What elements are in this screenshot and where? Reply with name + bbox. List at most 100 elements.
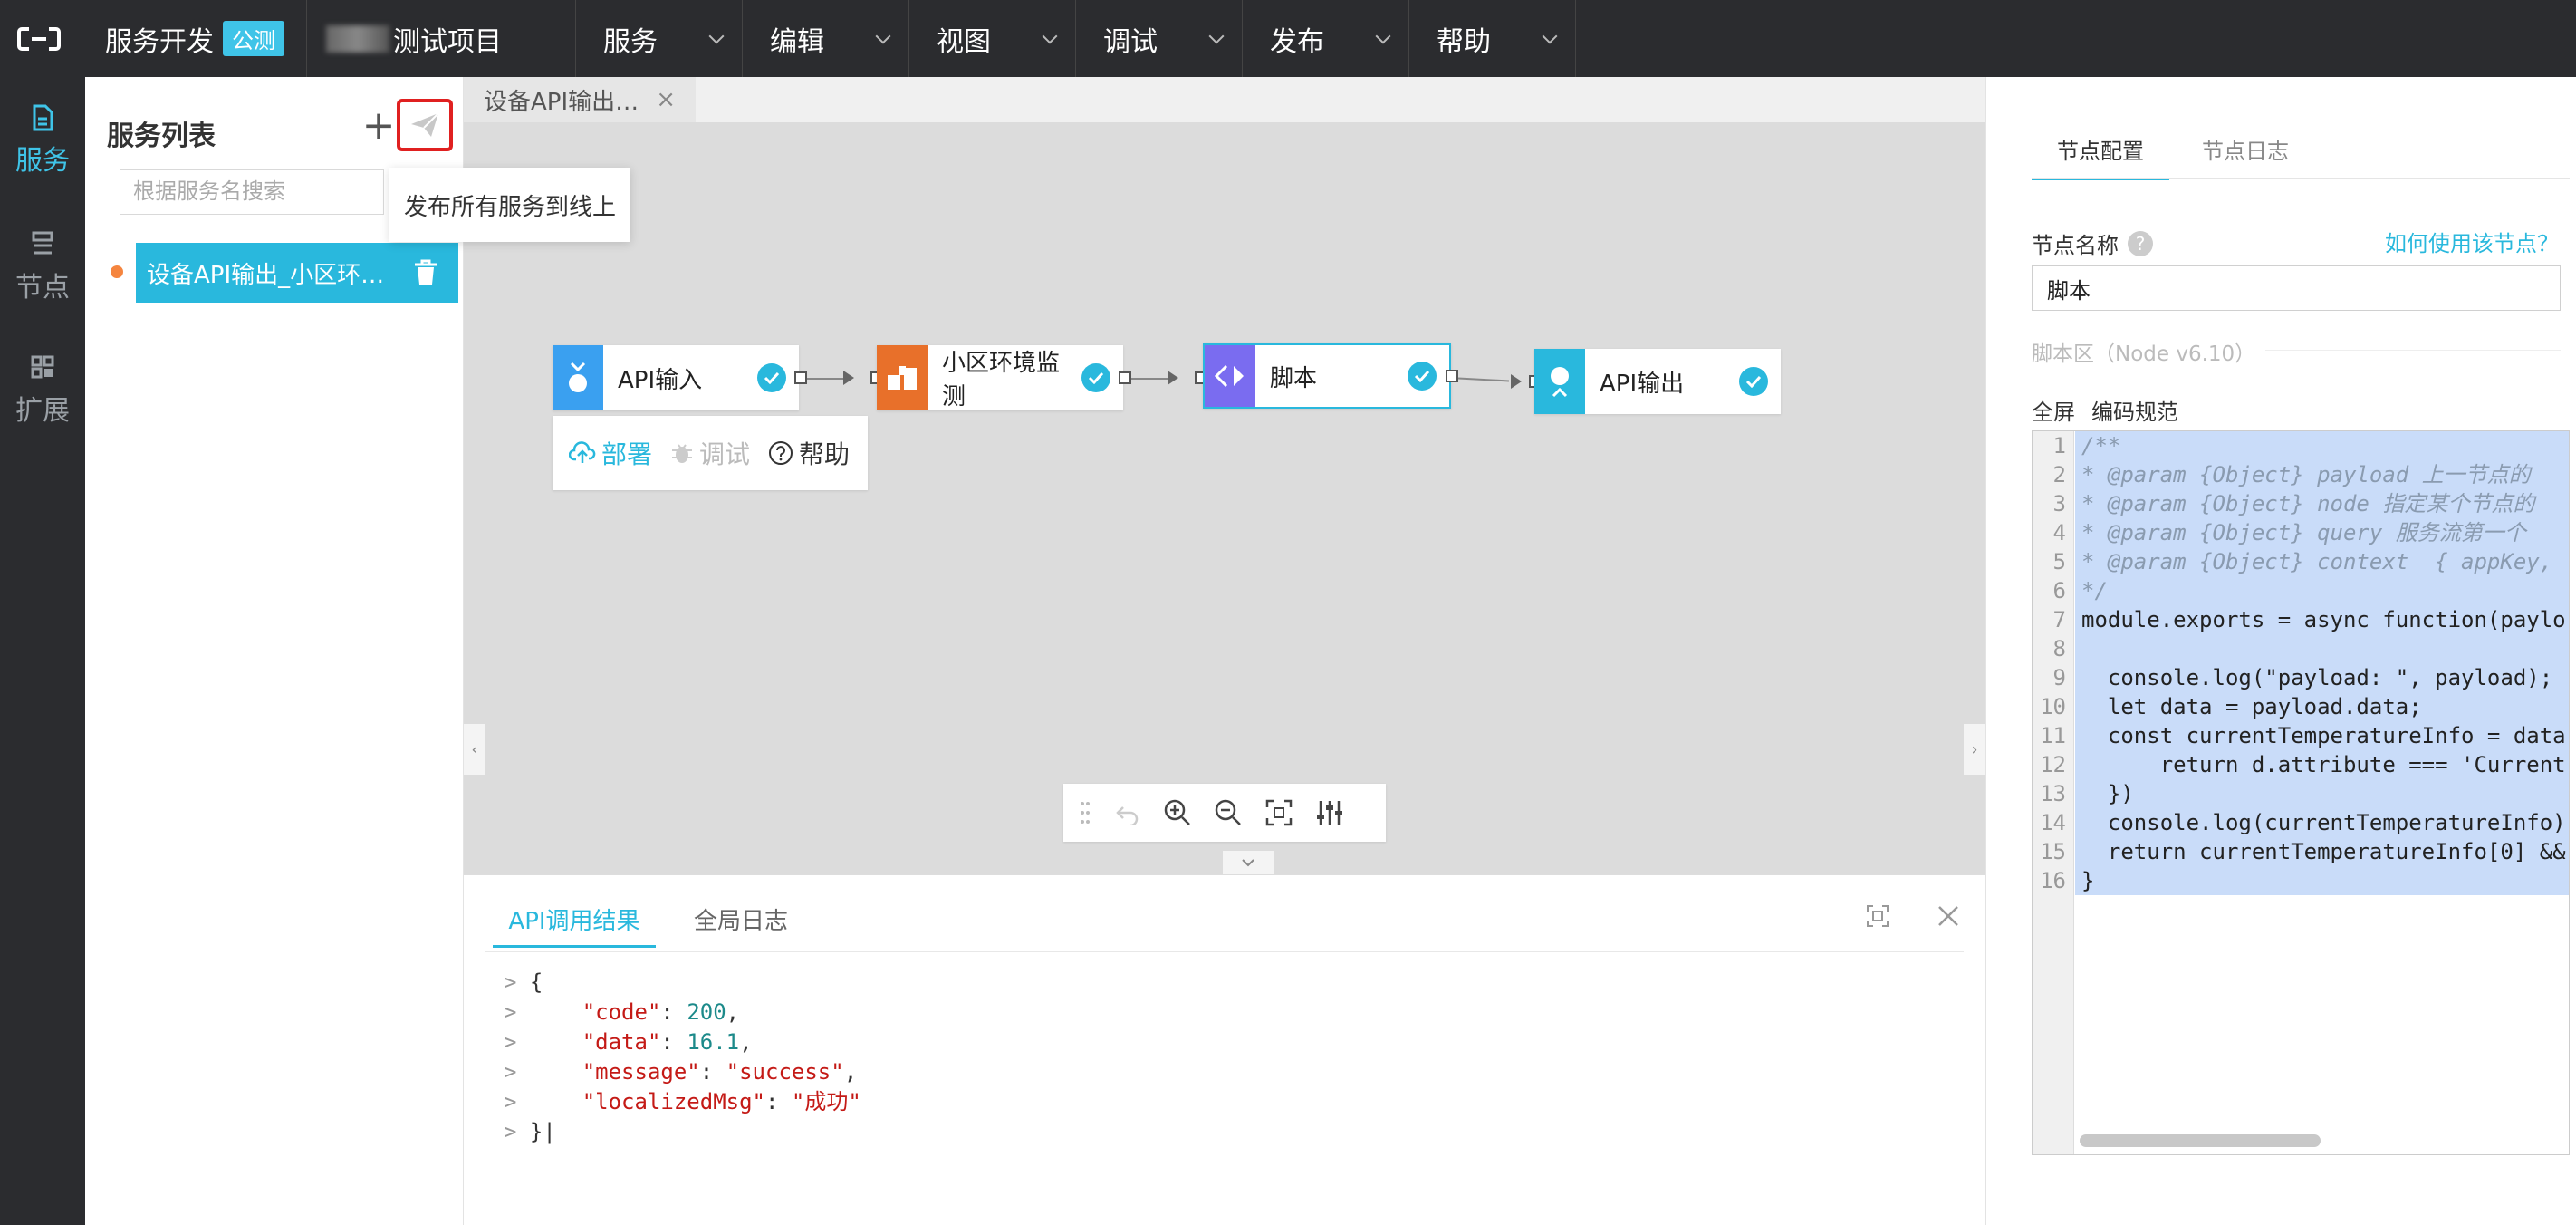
drag-handle-icon[interactable] — [1080, 800, 1091, 825]
menu-label: 调试 — [1103, 25, 1158, 58]
script-icon — [1205, 345, 1255, 407]
project-selector[interactable]: 测试项目 — [308, 0, 576, 77]
chevron-down-icon — [1208, 28, 1225, 43]
menu-publish[interactable]: 发布 — [1243, 0, 1409, 77]
flow-node-api-output[interactable]: API输出 — [1534, 349, 1781, 414]
fullscreen-button[interactable]: 全屏 — [2032, 394, 2075, 426]
menu-edit[interactable]: 编辑 — [743, 0, 909, 77]
deploy-button[interactable]: 部署 — [569, 435, 652, 471]
editor-tab[interactable]: 设备API输出… × — [464, 77, 696, 122]
collapse-left-handle[interactable]: ‹ — [464, 724, 485, 775]
arrow-icon — [1511, 374, 1522, 389]
tab-node-log[interactable]: 节点日志 — [2202, 133, 2289, 165]
fit-screen-icon[interactable] — [1264, 798, 1293, 827]
menu-label: 服务 — [603, 25, 658, 58]
code-line: * @param {Object} payload 上一节点的 — [2081, 462, 2531, 487]
zoom-out-icon[interactable] — [1214, 798, 1243, 827]
code-line: }) — [2081, 781, 2134, 806]
result-output: > { > "code": 200, > "data": 16.1, > "me… — [504, 968, 1953, 1147]
left-nav: 服务 节点 扩展 — [0, 77, 85, 1225]
how-to-use-link[interactable]: 如何使用该节点？ — [2385, 226, 2559, 257]
chevron-down-icon — [1042, 28, 1058, 43]
undo-icon[interactable] — [1112, 800, 1141, 825]
zoom-in-icon[interactable] — [1163, 798, 1192, 827]
node-label: 小区环境监测 — [942, 350, 1061, 410]
code-line: */ — [2081, 578, 2108, 603]
question-icon — [769, 441, 793, 465]
check-icon — [1739, 367, 1768, 396]
service-list-item[interactable]: 设备API输出_小区环… — [136, 243, 458, 303]
json-brace: { — [529, 969, 543, 995]
api-input-icon — [553, 345, 603, 410]
output-port[interactable] — [794, 371, 807, 384]
code-line: const currentTemperatureInfo = data — [2081, 723, 2566, 748]
line-number: 3 — [2052, 491, 2066, 516]
node-name-label: 节点名称 — [2032, 233, 2119, 258]
json-key: "message" — [582, 1059, 700, 1085]
close-icon[interactable]: × — [656, 86, 676, 113]
connection-line — [807, 378, 843, 380]
line-gutter: 1 2 3 4 5 6 7 8 9 10 11 12 13 14 15 16 — [2033, 431, 2074, 1154]
collapse-bottom-handle[interactable] — [1223, 851, 1274, 874]
json-value: "success" — [726, 1059, 844, 1085]
line-number: 14 — [2040, 810, 2066, 835]
debug-button[interactable]: 调试 — [670, 435, 750, 471]
collapse-right-handle[interactable]: › — [1964, 724, 1985, 775]
flow-canvas[interactable]: API输入 小区环境监测 脚本 API输出 部署 调试 帮助 ‹ › — [464, 122, 1985, 874]
tab-node-config[interactable]: 节点配置 — [2032, 133, 2169, 180]
arrow-icon — [843, 371, 854, 385]
menu-debug[interactable]: 调试 — [1076, 0, 1243, 77]
node-action-bar: 部署 调试 帮助 — [553, 416, 868, 490]
nav-item-node[interactable]: 节点 — [0, 213, 85, 322]
publish-all-button[interactable] — [397, 99, 453, 151]
logo-icon[interactable] — [0, 0, 77, 77]
help-icon[interactable]: ? — [2128, 230, 2153, 256]
maximize-icon[interactable] — [1866, 904, 1889, 928]
settings-sliders-icon[interactable] — [1315, 798, 1344, 827]
trash-icon[interactable] — [413, 259, 438, 286]
line-number: 12 — [2040, 752, 2066, 777]
nav-item-extension[interactable]: 扩展 — [0, 336, 85, 445]
horizontal-scrollbar[interactable] — [2080, 1134, 2321, 1147]
help-button[interactable]: 帮助 — [768, 435, 850, 471]
redacted-text — [326, 24, 389, 53]
node-config-panel: 节点配置 节点日志 节点名称 ? 如何使用该节点？ 脚本 脚本区（Node v6… — [1985, 77, 2576, 1225]
unsaved-dot — [111, 265, 123, 278]
result-line: > { — [504, 969, 543, 995]
nav-item-service[interactable]: 服务 — [0, 86, 85, 195]
flow-node-environment-monitor[interactable]: 小区环境监测 — [877, 345, 1123, 410]
result-line: > "code": 200, — [504, 999, 740, 1025]
bug-icon — [672, 444, 693, 463]
output-port[interactable] — [1446, 370, 1458, 382]
chevron-down-icon — [708, 28, 725, 43]
code-line: return d.attribute === 'Current — [2081, 752, 2566, 777]
line-number: 2 — [2052, 462, 2066, 487]
tab-global-log[interactable]: 全局日志 — [694, 902, 788, 948]
add-service-button[interactable]: + — [360, 106, 397, 146]
service-search-input[interactable] — [120, 169, 384, 215]
node-label: API输出 — [1600, 370, 1685, 398]
help-label: 帮助 — [799, 439, 851, 469]
line-number: 15 — [2040, 839, 2066, 864]
code-editor[interactable]: 1 2 3 4 5 6 7 8 9 10 11 12 13 14 15 16 /** * @param {Ob… — [2032, 430, 2570, 1155]
divider — [2265, 350, 2561, 351]
output-port[interactable] — [1119, 371, 1131, 384]
flow-node-script[interactable]: 脚本 — [1203, 343, 1451, 409]
arrow-icon — [1168, 371, 1178, 385]
coding-standard-link[interactable]: 编码规范 — [2091, 394, 2178, 426]
menu-view[interactable]: 视图 — [909, 0, 1076, 77]
code-line: return currentTemperatureInfo[0] && — [2081, 839, 2566, 864]
code-line: * @param {Object} node 指定某个节点的 — [2081, 491, 2535, 516]
tab-api-result[interactable]: API调用结果 — [493, 902, 656, 948]
line-number: 9 — [2052, 665, 2066, 690]
line-number: 6 — [2052, 578, 2066, 603]
connection-line — [1131, 378, 1168, 380]
flow-node-api-input[interactable]: API输入 — [553, 345, 799, 410]
menu-help[interactable]: 帮助 — [1409, 0, 1576, 77]
divider — [485, 951, 1964, 952]
close-icon[interactable] — [1937, 904, 1960, 928]
result-line: > }| — [504, 1119, 556, 1144]
node-name-field[interactable]: 脚本 — [2032, 265, 2561, 311]
node-label: 脚本 — [1270, 364, 1318, 392]
menu-service[interactable]: 服务 — [576, 0, 743, 77]
